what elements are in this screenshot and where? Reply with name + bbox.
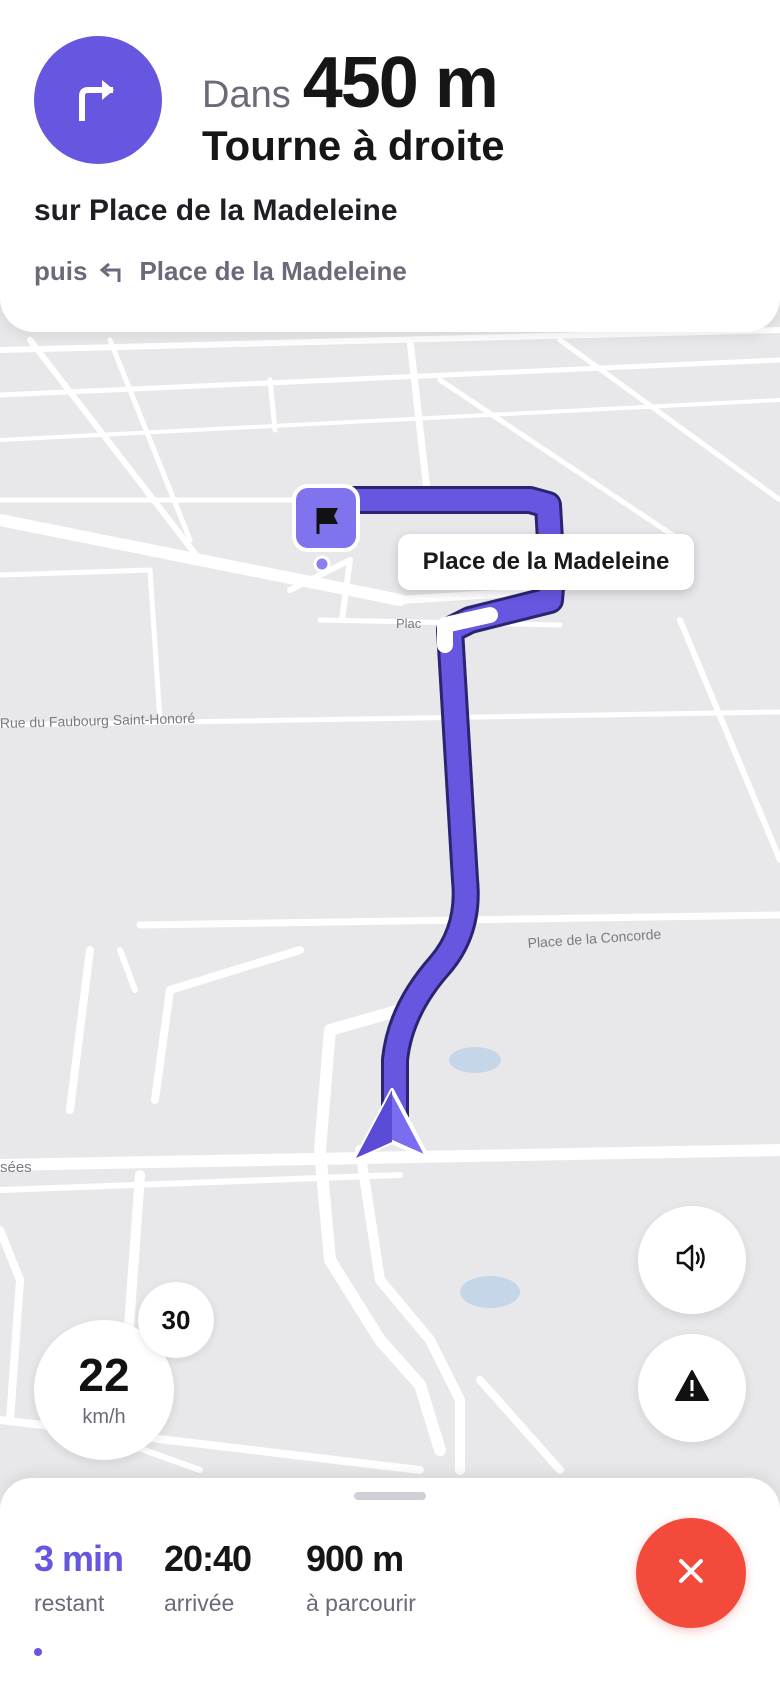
warning-icon [673, 1367, 711, 1410]
street-name: sur Place de la Madeleine [34, 194, 398, 227]
distance-remaining-label: à parcourir [306, 1590, 416, 1616]
time-remaining: 3 min restant [34, 1538, 124, 1617]
distance-to-maneuver: Dans 450 m [202, 42, 499, 124]
speed-value: 22 [78, 1349, 130, 1401]
turn-right-icon [34, 36, 162, 164]
arrival-time-label: arrivée [164, 1590, 235, 1616]
trip-progress-indicator [34, 1648, 42, 1656]
arrival-time: 20:40 arrivée [164, 1538, 252, 1617]
distance-value: 450 m [302, 43, 499, 123]
time-remaining-label: restant [34, 1590, 105, 1616]
turn-left-icon [99, 260, 123, 284]
then-word: puis [34, 256, 88, 286]
trip-summary-sheet[interactable]: 3 min restant 20:40 arrivée 900 m à parc… [0, 1478, 780, 1688]
map-street-bubble: Place de la Madeleine [398, 534, 694, 590]
speed-limit-badge: 30 [138, 1282, 214, 1358]
distance-prefix: Dans [202, 74, 291, 116]
close-icon [676, 1556, 706, 1591]
end-navigation-button[interactable] [636, 1518, 746, 1628]
distance-remaining-value: 900 m [306, 1538, 404, 1579]
fountain [449, 1047, 501, 1073]
maneuver-text: Tourne à droite [202, 122, 505, 169]
time-remaining-value: 3 min [34, 1538, 124, 1579]
speed-unit: km/h [82, 1406, 126, 1428]
street-label-place: Plac [396, 616, 422, 631]
instruction-card: Dans 450 m Tourne à droite sur Place de … [0, 0, 780, 332]
street-label-elysees: sées [0, 1159, 32, 1176]
speaker-icon [672, 1238, 712, 1283]
report-hazard-button[interactable] [638, 1334, 746, 1442]
sound-button[interactable] [638, 1206, 746, 1314]
next-maneuver: puis Place de la Madeleine [34, 256, 407, 287]
sheet-drag-handle[interactable] [354, 1492, 426, 1500]
distance-remaining: 900 m à parcourir [306, 1538, 416, 1617]
next-street-name: Place de la Madeleine [139, 256, 407, 286]
navigation-screen: Rue du Faubourg Saint-Honoré Place de la… [0, 0, 780, 1688]
fountain [460, 1276, 520, 1308]
arrival-time-value: 20:40 [164, 1538, 252, 1579]
